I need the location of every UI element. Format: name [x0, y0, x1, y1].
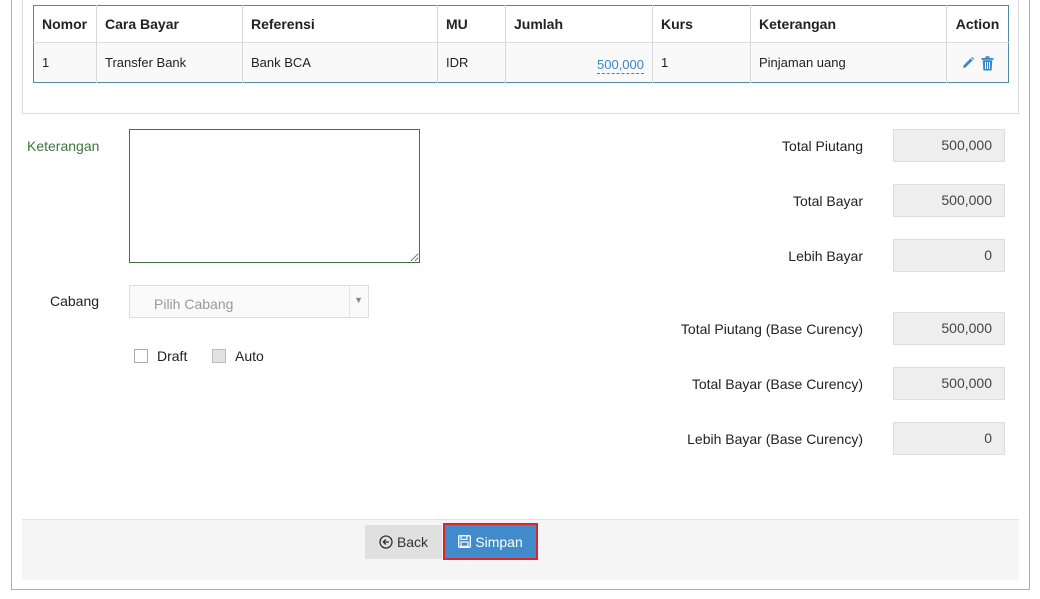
edit-icon[interactable] [961, 56, 975, 70]
total-bayar-label: Total Bayar [792, 193, 863, 209]
chevron-down-icon: ▼ [354, 295, 363, 305]
col-jumlah: Jumlah [505, 5, 653, 43]
save-button[interactable]: Simpan [443, 523, 538, 560]
total-bayar-base-field: 500,000 [893, 367, 1005, 400]
save-button-label: Simpan [475, 533, 523, 550]
keterangan-textarea[interactable] [129, 129, 420, 263]
col-referensi: Referensi [242, 5, 438, 43]
cell-mu: IDR [437, 42, 506, 83]
cabang-label: Cabang [50, 293, 100, 309]
auto-label: Auto [235, 348, 264, 364]
cabang-placeholder: Pilih Cabang [154, 296, 234, 312]
col-kurs: Kurs [652, 5, 751, 43]
payment-table: Nomor Cara Bayar Referensi MU Jumlah Kur… [33, 5, 1009, 83]
select-divider [349, 286, 350, 317]
floppy-disk-icon [458, 535, 472, 548]
cell-cara-bayar: Transfer Bank [96, 42, 243, 83]
total-bayar-field: 500,000 [893, 184, 1005, 217]
cell-kurs: 1 [652, 42, 751, 83]
total-piutang-base-field: 500,000 [893, 312, 1005, 345]
lebih-bayar-base-field: 0 [893, 422, 1005, 455]
col-nomor: Nomor [33, 5, 97, 43]
jumlah-editable[interactable]: 500,000 [597, 57, 644, 74]
total-piutang-base-label: Total Piutang (Base Curency) [680, 321, 863, 337]
cell-keterangan: Pinjaman uang [750, 42, 947, 83]
keterangan-label: Keterangan [27, 138, 100, 154]
table-header-row: Nomor Cara Bayar Referensi MU Jumlah Kur… [33, 5, 1009, 43]
total-piutang-field: 500,000 [893, 129, 1005, 162]
lebih-bayar-label: Lebih Bayar [788, 248, 863, 264]
draft-label: Draft [157, 348, 188, 364]
total-piutang-label: Total Piutang [782, 138, 863, 154]
cell-nomor: 1 [33, 42, 97, 83]
cabang-select[interactable]: Pilih Cabang ▼ [129, 285, 369, 318]
col-cara-bayar: Cara Bayar [96, 5, 243, 43]
total-bayar-base-label: Total Bayar (Base Curency) [691, 376, 863, 392]
cell-jumlah: 500,000 [505, 42, 653, 83]
col-keterangan: Keterangan [750, 5, 947, 43]
arrow-circle-left-icon [379, 535, 393, 549]
back-button-label: Back [396, 534, 429, 550]
cell-referensi: Bank BCA [242, 42, 438, 83]
col-mu: MU [437, 5, 506, 43]
cell-action [946, 42, 1009, 83]
trash-icon[interactable] [981, 55, 994, 71]
draft-checkbox[interactable] [134, 349, 148, 363]
auto-checkbox[interactable] [212, 349, 226, 363]
lebih-bayar-field: 0 [893, 239, 1005, 272]
back-button[interactable]: Back [365, 525, 442, 559]
col-action: Action [946, 5, 1009, 43]
lebih-bayar-base-label: Lebih Bayar (Base Curency) [687, 431, 863, 447]
table-row: 1 Transfer Bank Bank BCA IDR 500,000 1 P… [33, 42, 1009, 83]
